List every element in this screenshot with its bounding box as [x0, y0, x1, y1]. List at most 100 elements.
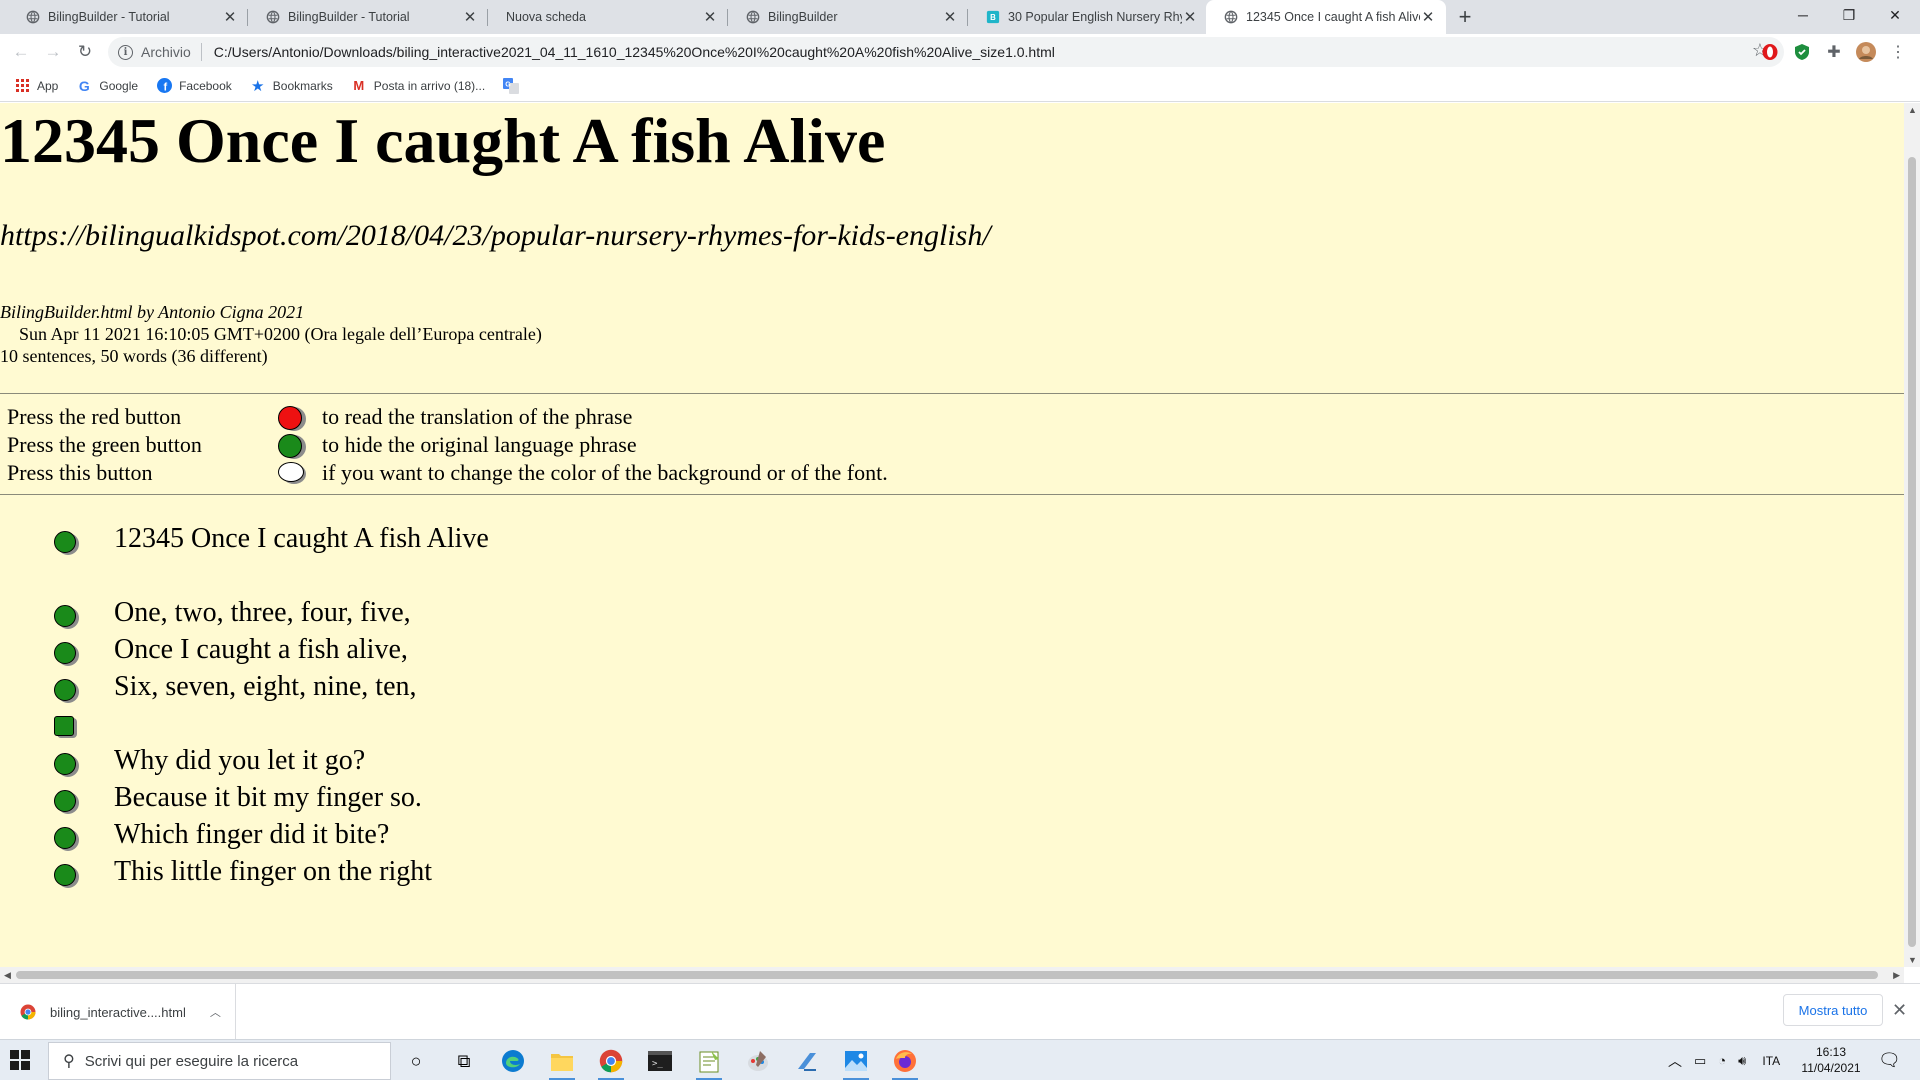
reload-button[interactable]: ↻	[72, 39, 98, 65]
author-line: BilingBuilder.html by Antonio Cigna 2021	[0, 302, 305, 322]
svg-text:B: B	[990, 13, 996, 22]
chrome-taskbar-icon[interactable]	[596, 1046, 626, 1080]
back-button[interactable]: ←	[8, 39, 34, 65]
download-item[interactable]: biling_interactive....html ︿	[0, 984, 236, 1040]
chrome-icon	[20, 1004, 36, 1020]
task-view-icon[interactable]: ⧉	[449, 1046, 479, 1076]
opera-extension-icon[interactable]	[1760, 42, 1780, 62]
sentence-toggle-button[interactable]	[54, 605, 80, 629]
scrollbar-thumb[interactable]	[16, 971, 1878, 979]
bookmark-translate[interactable]: G	[503, 77, 526, 94]
sentence-toggle-button-square[interactable]	[54, 716, 80, 740]
edge-icon[interactable]	[498, 1046, 528, 1076]
tab-5[interactable]: B 30 Popular English Nursery Rhym ✕	[968, 0, 1208, 34]
sentence-text: Which finger did it bite?	[114, 819, 390, 850]
bookmark-apps[interactable]: App	[14, 78, 58, 94]
extensions-puzzle-icon[interactable]: ✚	[1824, 42, 1844, 62]
tab-3[interactable]: Nuova scheda ✕	[488, 0, 728, 34]
chevron-up-icon[interactable]: ︿	[210, 1004, 221, 1020]
notification-center-icon[interactable]: 🗨︎	[1878, 1050, 1901, 1071]
scroll-right-arrow-icon[interactable]: ▶	[1893, 970, 1900, 981]
sentence-toggle-button[interactable]	[54, 753, 80, 777]
scroll-down-arrow-icon[interactable]: ▼	[1908, 955, 1917, 965]
terminal-icon[interactable]: >_	[645, 1046, 675, 1076]
address-scheme: Archivio	[141, 44, 191, 60]
tab-6-active[interactable]: 12345 Once I caught A fish Alive ✕	[1206, 0, 1446, 34]
taskbar-clock[interactable]: 16:13 11/04/2021	[1796, 1044, 1866, 1076]
notepad-plus-icon[interactable]	[694, 1046, 724, 1080]
instruction-desc: to hide the original language phrase	[322, 432, 637, 457]
address-bar[interactable]: i Archivio C:/Users/Antonio/Downloads/bi…	[108, 37, 1784, 67]
bookmark-label: Google	[99, 78, 139, 93]
scrollbar-thumb[interactable]	[1908, 157, 1916, 947]
cortana-icon[interactable]: ○	[401, 1046, 431, 1076]
browser-toolbar: ← → ↻ i Archivio C:/Users/Antonio/Downlo…	[0, 34, 1920, 70]
sentence-toggle-button[interactable]	[54, 642, 80, 666]
tab-4[interactable]: BilingBuilder ✕	[728, 0, 968, 34]
chevron-up-icon[interactable]: ︿	[1668, 1051, 1682, 1071]
sentence-toggle-button[interactable]	[54, 864, 80, 888]
download-bar: biling_interactive....html ︿ Mostra tutt…	[0, 983, 1920, 1040]
bookmark-facebook[interactable]: f Facebook	[156, 78, 232, 94]
tab-title: BilingBuilder	[768, 10, 838, 24]
sentence-row: Six, seven, eight, nine, ten,	[0, 670, 900, 704]
tab-close-icon[interactable]: ✕	[462, 9, 478, 26]
clock-date: 11/04/2021	[1801, 1061, 1861, 1075]
close-download-bar-icon[interactable]: ✕	[1892, 1000, 1907, 1021]
photos-app-icon[interactable]	[841, 1046, 871, 1080]
horizontal-scrollbar[interactable]: ◀ ▶	[0, 967, 1904, 983]
taskbar-search-box[interactable]: ⚲ Scrivi qui per eseguire la ricerca	[48, 1042, 391, 1080]
new-tab-button[interactable]: +	[1452, 4, 1478, 30]
sentence-text: 12345 Once I caught A fish Alive	[114, 523, 489, 554]
download-filename: biling_interactive....html	[50, 1004, 186, 1020]
sentence-row: Why did you let it go?	[0, 744, 900, 778]
change-color-button[interactable]	[278, 462, 306, 484]
tab-2[interactable]: BilingBuilder - Tutorial ✕	[248, 0, 488, 34]
tab-close-icon[interactable]: ✕	[1182, 9, 1198, 26]
device-icon[interactable]: ▭	[1694, 1053, 1706, 1069]
volume-icon[interactable]: 🔊︎	[1738, 1053, 1746, 1069]
apps-grid-icon	[14, 78, 30, 94]
sentence-row: Which finger did it bite?	[0, 818, 900, 852]
tab-title: BilingBuilder - Tutorial	[288, 10, 410, 24]
bookmark-bookmarks[interactable]: ★ Bookmarks	[250, 78, 333, 95]
firefox-icon[interactable]	[890, 1046, 920, 1080]
bookmark-gmail[interactable]: M Posta in arrivo (18)...	[351, 78, 485, 94]
shield-extension-icon[interactable]	[1792, 42, 1812, 62]
bookmark-google[interactable]: G Google	[76, 78, 138, 94]
sentence-toggle-button[interactable]	[54, 790, 80, 814]
tab-1[interactable]: BilingBuilder - Tutorial ✕	[8, 0, 248, 34]
show-all-downloads-button[interactable]: Mostra tutto	[1783, 994, 1883, 1026]
instruction-label: Press the green button	[7, 432, 202, 457]
sentence-text: Because it bit my finger so.	[114, 782, 422, 813]
tab-close-icon[interactable]: ✕	[702, 9, 718, 26]
file-explorer-icon[interactable]	[547, 1046, 577, 1080]
wifi-icon[interactable]: ◔	[1718, 1053, 1726, 1068]
scroll-left-arrow-icon[interactable]: ◀	[4, 970, 11, 981]
tab-title: 12345 Once I caught A fish Alive	[1246, 10, 1420, 24]
minimize-button[interactable]: ─	[1780, 0, 1826, 30]
profile-avatar[interactable]	[1856, 42, 1876, 62]
close-window-button[interactable]: ✕	[1872, 0, 1918, 30]
forward-button[interactable]: →	[40, 39, 66, 65]
language-indicator[interactable]: ITA	[1762, 1054, 1780, 1068]
tab-close-icon[interactable]: ✕	[222, 9, 238, 26]
sentence-toggle-button[interactable]	[54, 531, 80, 555]
editor-app-icon[interactable]	[792, 1046, 822, 1076]
scroll-up-arrow-icon[interactable]: ▲	[1908, 105, 1917, 115]
tab-close-icon[interactable]: ✕	[942, 9, 958, 26]
restore-button[interactable]: ❐	[1826, 0, 1872, 30]
info-icon[interactable]: i	[118, 44, 133, 60]
windows-start-icon[interactable]	[10, 1050, 30, 1070]
red-translate-button[interactable]	[278, 406, 306, 431]
page-title: 12345 Once I caught A fish Alive	[0, 105, 886, 176]
menu-kebab-icon[interactable]: ⋮	[1888, 42, 1908, 62]
paint-app-icon[interactable]	[743, 1046, 773, 1076]
sentence-toggle-button[interactable]	[54, 827, 80, 851]
system-tray: ︿ ▭ ◔ 🔊︎ ITA	[1668, 1040, 1780, 1080]
vertical-scrollbar[interactable]: ▲ ▼	[1904, 103, 1920, 967]
sentence-toggle-button[interactable]	[54, 679, 80, 703]
green-hide-button[interactable]	[278, 434, 306, 459]
globe-icon	[746, 10, 760, 24]
tab-close-icon[interactable]: ✕	[1420, 9, 1436, 26]
